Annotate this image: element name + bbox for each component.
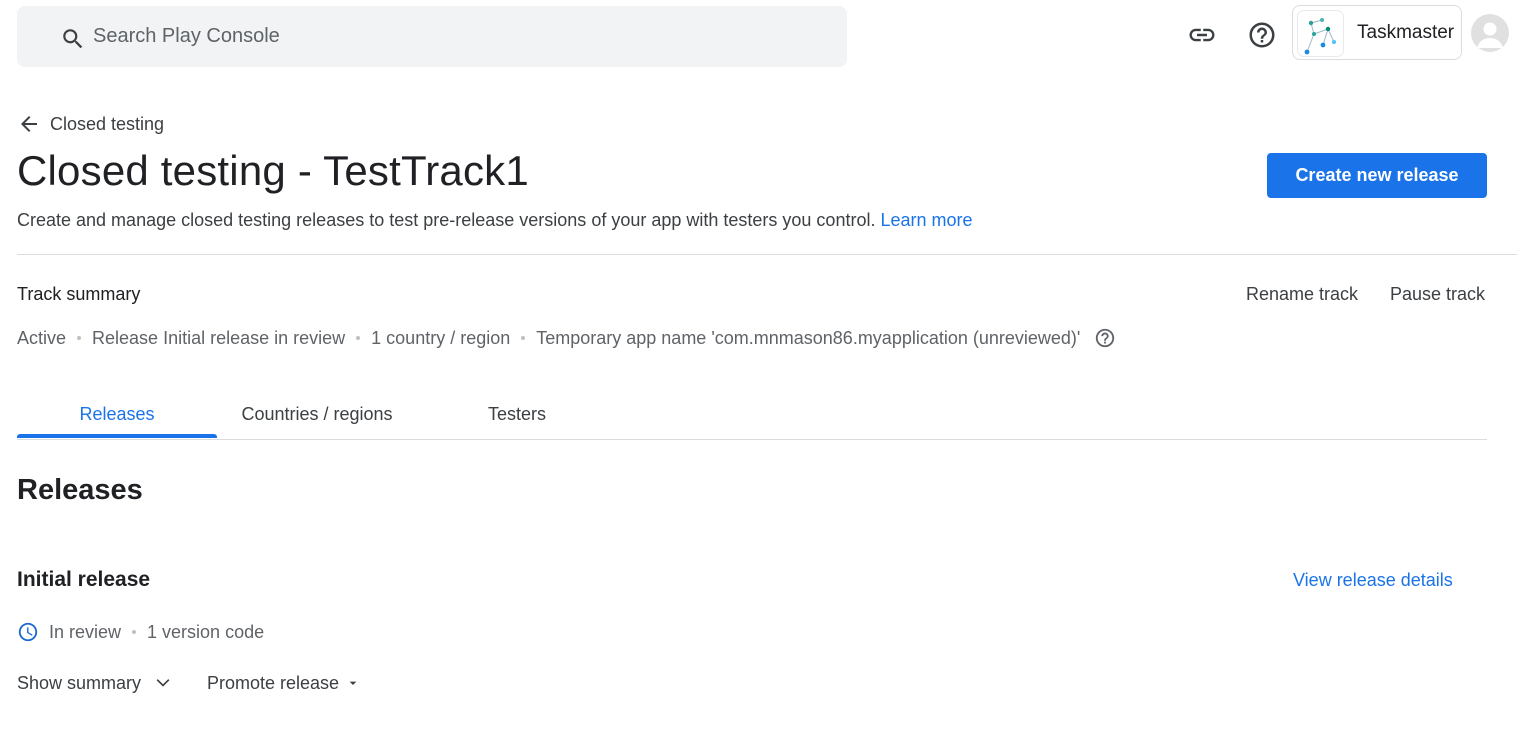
search-input[interactable] [93,6,793,67]
arrow-back-icon [21,116,37,132]
back-link[interactable]: Closed testing [17,112,164,136]
dropdown-arrow-icon [349,681,357,685]
link-button[interactable] [1186,19,1218,51]
tabs-divider [17,439,1487,440]
release-name: Initial release [17,568,151,591]
release-status-row: In review 1 version code [17,620,264,644]
track-app-name: Temporary app name 'com.mnmason86.myappl… [536,327,1081,348]
separator-dot [132,630,137,634]
help-button[interactable] [1246,19,1278,51]
back-link-label: Closed testing [50,113,165,134]
avatar[interactable] [1471,14,1509,52]
separator-dot [77,336,82,340]
active-tab-indicator [17,434,217,438]
rename-track-button[interactable]: Rename track [1246,284,1358,305]
app-name: Taskmaster [1357,22,1455,43]
app-selector[interactable]: Taskmaster [1292,5,1462,60]
app-logo [1298,11,1343,56]
help-icon [1249,22,1275,48]
release-version-codes: 1 version code [147,621,265,642]
tab-testers[interactable]: Testers [417,394,617,440]
page-description: Create and manage closed testing release… [17,210,973,231]
learn-more-link[interactable]: Learn more [880,210,972,230]
header-divider [17,254,1517,255]
release-status: In review [49,621,122,642]
create-new-release-button[interactable]: Create new release [1267,153,1487,198]
tab-countries-regions[interactable]: Countries / regions [217,394,417,440]
pause-track-button[interactable]: Pause track [1390,284,1485,305]
chevron-down-icon [156,679,170,687]
track-summary-label: Track summary [17,284,141,304]
description-text: Create and manage closed testing release… [17,210,876,230]
promote-release-button[interactable]: Promote release [207,671,361,695]
show-summary-label: Show summary [17,672,142,693]
search-icon [63,29,83,49]
clock-icon [18,622,38,642]
separator-dot [521,336,526,340]
separator-dot [356,336,361,340]
track-countries: 1 country / region [371,327,511,348]
track-status: Active [17,327,67,348]
search-bar[interactable] [17,6,847,67]
app-logo-graph-icon [1304,18,1336,55]
page-title: Closed testing - TestTrack1 [17,147,529,194]
promote-release-label: Promote release [207,672,340,693]
show-summary-button[interactable]: Show summary [17,671,173,695]
view-release-details-link[interactable]: View release details [1293,570,1453,591]
help-icon[interactable] [1094,327,1116,349]
link-icon [1189,28,1215,42]
track-release-status: Release Initial release in review [92,327,346,348]
track-meta: Active Release Initial release in review… [17,326,1116,350]
user-avatar-icon [1477,22,1503,48]
releases-heading: Releases [17,474,143,506]
